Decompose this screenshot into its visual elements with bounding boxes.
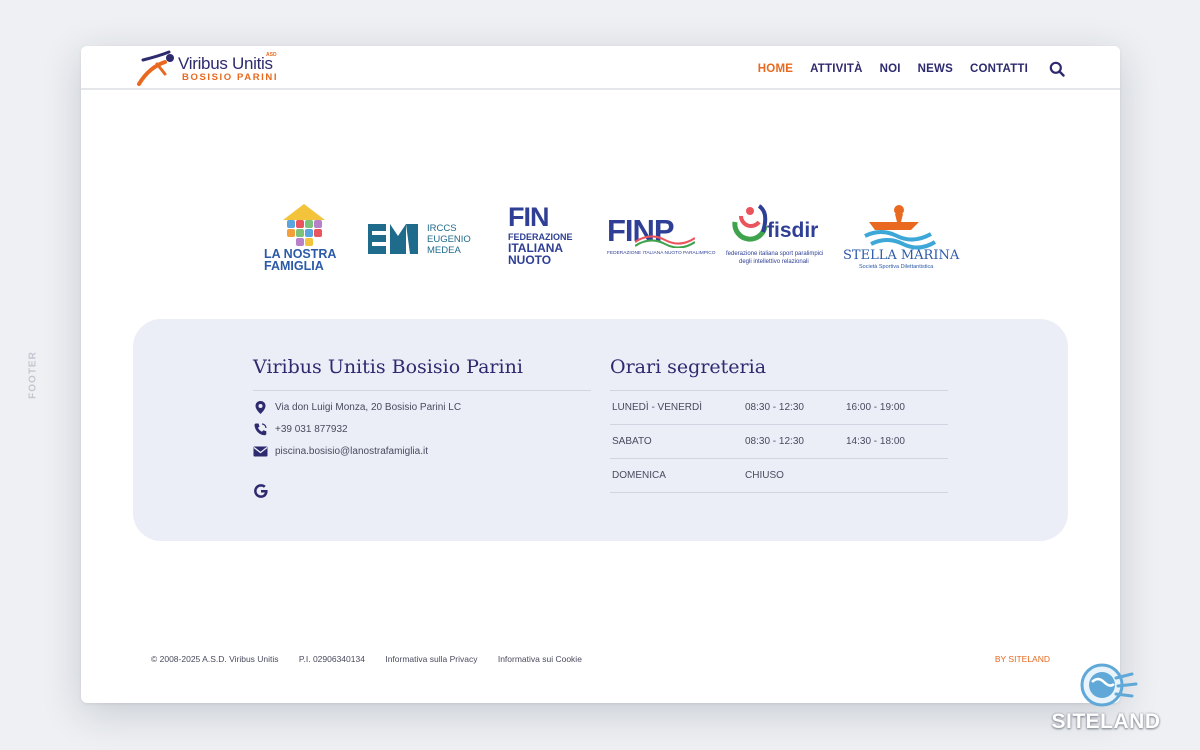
partner-stella-line2: Società Sportiva Dilettantistica bbox=[859, 264, 934, 270]
partner-lnf-line2: FAMIGLIA bbox=[264, 259, 324, 273]
nav-contatti[interactable]: CONTATTI bbox=[970, 63, 1028, 75]
footer-privacy-link[interactable]: Informativa sulla Privacy bbox=[385, 654, 477, 664]
partner-la-nostra-famiglia[interactable]: LA NOSTRA FAMIGLIA bbox=[259, 196, 349, 281]
globe-logo-icon bbox=[1080, 663, 1138, 707]
site-header: Viribus Unitis ASD BOSISIO PARINI HOME A… bbox=[81, 46, 1120, 90]
google-icon[interactable] bbox=[253, 483, 269, 499]
logo-subtitle: BOSISIO PARINI bbox=[182, 72, 279, 83]
nav-attivita[interactable]: ATTIVITÀ bbox=[810, 63, 863, 75]
partner-finp[interactable]: FINP FEDERAZIONE ITALIANA NUOTO PARALIMP… bbox=[605, 196, 717, 281]
main-nav: HOME ATTIVITÀ NOI NEWS CONTATTI bbox=[741, 63, 1028, 75]
footer-copyright: © 2008-2025 A.S.D. Viribus Unitis bbox=[151, 654, 279, 664]
hours-day: SABATO bbox=[612, 436, 652, 447]
partner-fisdir[interactable]: fisdir federazione italiana sport parali… bbox=[725, 196, 837, 281]
partner-stella-marina[interactable]: STELLA MARINA Società Sportiva Dilettant… bbox=[843, 196, 959, 281]
browser-frame: Viribus Unitis ASD BOSISIO PARINI HOME A… bbox=[81, 46, 1120, 703]
nav-home[interactable]: HOME bbox=[758, 63, 793, 75]
hours-title: Orari segreteria bbox=[610, 356, 767, 378]
side-label: FOOTER bbox=[27, 351, 39, 399]
partner-finp-line2: FEDERAZIONE ITALIANA NUOTO PARALIMPICO bbox=[607, 251, 716, 256]
phone-icon bbox=[254, 423, 267, 436]
hours-morning: CHIUSO bbox=[745, 470, 784, 481]
hours-morning: 08:30 - 12:30 bbox=[745, 402, 804, 413]
nav-news[interactable]: NEWS bbox=[918, 63, 953, 75]
contact-email-text: piscina.bosisio@lanostrafamiglia.it bbox=[275, 446, 428, 457]
footer-cookie-link[interactable]: Informativa sui Cookie bbox=[498, 654, 582, 664]
partner-irccs-line3: MEDEA bbox=[427, 245, 461, 256]
contact-phone[interactable]: +39 031 877932 bbox=[253, 422, 348, 437]
hours-row: LUNEDÌ - VENERDÌ 08:30 - 12:30 16:00 - 1… bbox=[610, 391, 948, 425]
footer-credit-link[interactable]: BY SITELAND bbox=[995, 654, 1050, 664]
hours-row: SABATO 08:30 - 12:30 14:30 - 18:00 bbox=[610, 425, 948, 459]
hours-day: DOMENICA bbox=[612, 470, 666, 481]
partner-fisdir-line3: degli intellettivo relazionali bbox=[739, 259, 809, 265]
hours-row: DOMENICA CHIUSO bbox=[610, 459, 948, 493]
partner-fin-line4: NUOTO bbox=[508, 253, 552, 267]
hours-afternoon: 14:30 - 18:00 bbox=[846, 436, 905, 447]
info-card: Viribus Unitis Bosisio Parini Via don Lu… bbox=[133, 319, 1068, 541]
contact-phone-text: +39 031 877932 bbox=[275, 424, 348, 435]
stella-marina-logo-icon bbox=[864, 205, 937, 250]
logo-brand-text: Viribus Unitis bbox=[178, 54, 273, 73]
la-nostra-famiglia-logo-icon bbox=[283, 204, 325, 246]
contact-address: Via don Luigi Monza, 20 Bosisio Parini L… bbox=[253, 400, 461, 415]
partner-fisdir-wordmark: fisdir bbox=[767, 219, 819, 242]
partner-fisdir-line2: federazione italiana sport paralimpici bbox=[726, 251, 824, 257]
site-logo[interactable]: Viribus Unitis ASD BOSISIO PARINI bbox=[135, 48, 285, 88]
contacts-divider bbox=[253, 390, 591, 391]
partner-stella-line1: STELLA MARINA bbox=[843, 248, 960, 263]
watermark-text: SITELAND bbox=[1051, 710, 1161, 733]
logo-badge: ASD bbox=[266, 52, 277, 58]
partner-irccs-line2: EUGENIO bbox=[427, 234, 471, 245]
search-icon[interactable] bbox=[1049, 61, 1065, 77]
hours-afternoon: 16:00 - 19:00 bbox=[846, 402, 905, 413]
envelope-icon bbox=[253, 446, 268, 457]
contacts-title: Viribus Unitis Bosisio Parini bbox=[253, 356, 523, 378]
contact-email[interactable]: piscina.bosisio@lanostrafamiglia.it bbox=[253, 444, 428, 459]
irccs-medea-logo-icon bbox=[368, 224, 418, 254]
partner-irccs-medea[interactable]: IRCCS EUGENIO MEDEA bbox=[368, 196, 483, 281]
partner-logos: LA NOSTRA FAMIGLIA IRCCS EUGENIO MEDEA F… bbox=[81, 196, 1120, 281]
finp-wave-icon bbox=[635, 235, 695, 248]
map-pin-icon bbox=[255, 401, 266, 414]
partner-irccs-line1: IRCCS bbox=[427, 223, 457, 234]
siteland-watermark: SITELAND bbox=[1046, 660, 1166, 736]
nav-noi[interactable]: NOI bbox=[880, 63, 901, 75]
site-footer: © 2008-2025 A.S.D. Viribus Unitis P.I. 0… bbox=[151, 654, 1051, 664]
hours-day: LUNEDÌ - VENERDÌ bbox=[612, 402, 703, 413]
partner-fin-acronym: FIN bbox=[508, 202, 549, 232]
footer-vat: P.I. 02906340134 bbox=[298, 654, 365, 664]
swimmer-logo-icon bbox=[137, 50, 174, 86]
contact-address-text: Via don Luigi Monza, 20 Bosisio Parini L… bbox=[275, 402, 462, 413]
partner-fin[interactable]: FIN FEDERAZIONE ITALIANA NUOTO bbox=[506, 196, 576, 281]
hours-table: LUNEDÌ - VENERDÌ 08:30 - 12:30 16:00 - 1… bbox=[610, 390, 948, 493]
hours-morning: 08:30 - 12:30 bbox=[745, 436, 804, 447]
